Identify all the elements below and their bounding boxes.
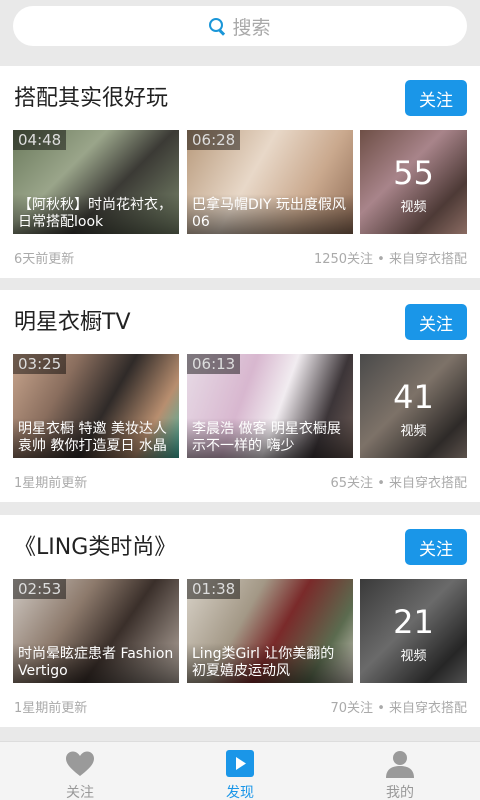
tab-label: 发现 — [226, 785, 254, 800]
video-count-label: 视频 — [400, 649, 427, 664]
tab-mine[interactable]: 我的 — [320, 742, 480, 800]
channel-title[interactable]: 搭配其实很好玩 — [14, 80, 168, 112]
video-count: 21 — [393, 603, 434, 641]
bottom-tab-bar: 关注 发现 我的 — [0, 741, 480, 800]
follower-stats: 65关注 • 来自穿衣搭配 — [330, 476, 467, 491]
video-count-label: 视频 — [400, 424, 427, 439]
more-videos-tile[interactable]: 55 视频 — [360, 130, 467, 234]
video-duration: 02:53 — [13, 579, 67, 599]
search-icon — [209, 17, 226, 35]
tab-discover[interactable]: 发现 — [160, 742, 320, 800]
search-placeholder: 搜索 — [232, 16, 271, 39]
play-icon — [226, 750, 254, 777]
heart-icon — [66, 751, 94, 776]
channel-card: 搭配其实很好玩 关注 04:48 【阿秋秋】时尚花衬衣，日常搭配look 06:… — [0, 66, 480, 278]
video-caption: 李晨浩 做客 明星衣橱展示不一样的 嗨少 — [187, 418, 353, 458]
follower-stats: 1250关注 • 来自穿衣搭配 — [313, 252, 467, 267]
more-videos-tile[interactable]: 41 视频 — [360, 354, 467, 458]
card-meta: 1星期前更新 70关注 • 来自穿衣搭配 — [14, 697, 467, 716]
channel-title[interactable]: 《LING类时尚》 — [14, 529, 176, 561]
video-thumbnail[interactable]: 03:25 明星衣橱 特邀 美妆达人 袁帅 教你打造夏日 水晶 — [13, 354, 179, 458]
channel-card: 《LING类时尚》 关注 02:53 时尚晕眩症患者 Fashion Verti… — [0, 515, 480, 727]
video-count: 55 — [393, 154, 434, 192]
update-time: 6天前更新 — [14, 252, 75, 267]
follower-stats: 70关注 • 来自穿衣搭配 — [330, 701, 467, 716]
follow-button[interactable]: 关注 — [405, 529, 467, 565]
channel-title[interactable]: 明星衣橱TV — [14, 304, 131, 336]
video-thumbnail[interactable]: 02:53 时尚晕眩症患者 Fashion Vertigo — [13, 579, 179, 683]
video-duration: 01:38 — [187, 579, 241, 599]
video-duration: 03:25 — [13, 354, 67, 374]
tab-follow[interactable]: 关注 — [0, 742, 160, 800]
video-caption: Ling类Girl 让你美翻的初夏嬉皮运动风 — [187, 643, 353, 683]
video-duration: 04:48 — [13, 130, 67, 150]
video-thumbnail[interactable]: 01:38 Ling类Girl 让你美翻的初夏嬉皮运动风 — [187, 579, 353, 683]
follow-button[interactable]: 关注 — [405, 304, 467, 340]
video-thumbnail[interactable]: 06:13 李晨浩 做客 明星衣橱展示不一样的 嗨少 — [187, 354, 353, 458]
video-thumbnail[interactable]: 04:48 【阿秋秋】时尚花衬衣，日常搭配look — [13, 130, 179, 234]
video-caption: 时尚晕眩症患者 Fashion Vertigo — [13, 643, 179, 683]
video-caption: 巴拿马帽DIY 玩出度假风 06 — [187, 194, 353, 234]
video-caption: 【阿秋秋】时尚花衬衣，日常搭配look — [13, 194, 179, 234]
search-bar[interactable]: 搜索 — [13, 6, 467, 46]
video-duration: 06:13 — [187, 354, 241, 374]
video-caption: 明星衣橱 特邀 美妆达人 袁帅 教你打造夏日 水晶 — [13, 418, 179, 458]
video-count: 41 — [393, 378, 434, 416]
more-videos-tile[interactable]: 21 视频 — [360, 579, 467, 683]
top-bar: 搜索 — [0, 0, 480, 52]
video-duration: 06:28 — [187, 130, 241, 150]
update-time: 1星期前更新 — [14, 476, 88, 491]
tab-label: 关注 — [66, 785, 94, 800]
card-meta: 6天前更新 1250关注 • 来自穿衣搭配 — [14, 248, 467, 267]
card-meta: 1星期前更新 65关注 • 来自穿衣搭配 — [14, 472, 467, 491]
video-count-label: 视频 — [400, 200, 427, 215]
person-icon — [386, 751, 414, 778]
video-thumbnail[interactable]: 06:28 巴拿马帽DIY 玩出度假风 06 — [187, 130, 353, 234]
tab-label: 我的 — [386, 785, 414, 800]
follow-button[interactable]: 关注 — [405, 80, 467, 116]
update-time: 1星期前更新 — [14, 701, 88, 716]
channel-card: 明星衣橱TV 关注 03:25 明星衣橱 特邀 美妆达人 袁帅 教你打造夏日 水… — [0, 290, 480, 502]
